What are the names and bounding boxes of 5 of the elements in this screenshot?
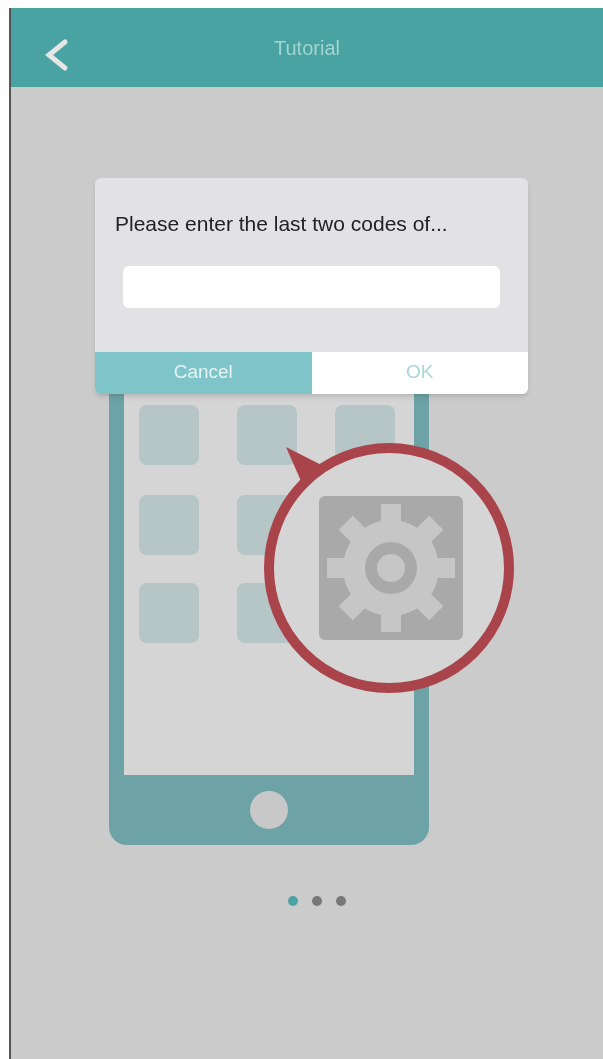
ok-button[interactable]: OK	[311, 351, 528, 394]
dialog-message: Please enter the last two codes of...	[114, 211, 449, 237]
screen-title: Tutorial	[274, 35, 340, 61]
code-input-field[interactable]	[123, 265, 500, 308]
cancel-button[interactable]: Cancel	[95, 351, 312, 394]
